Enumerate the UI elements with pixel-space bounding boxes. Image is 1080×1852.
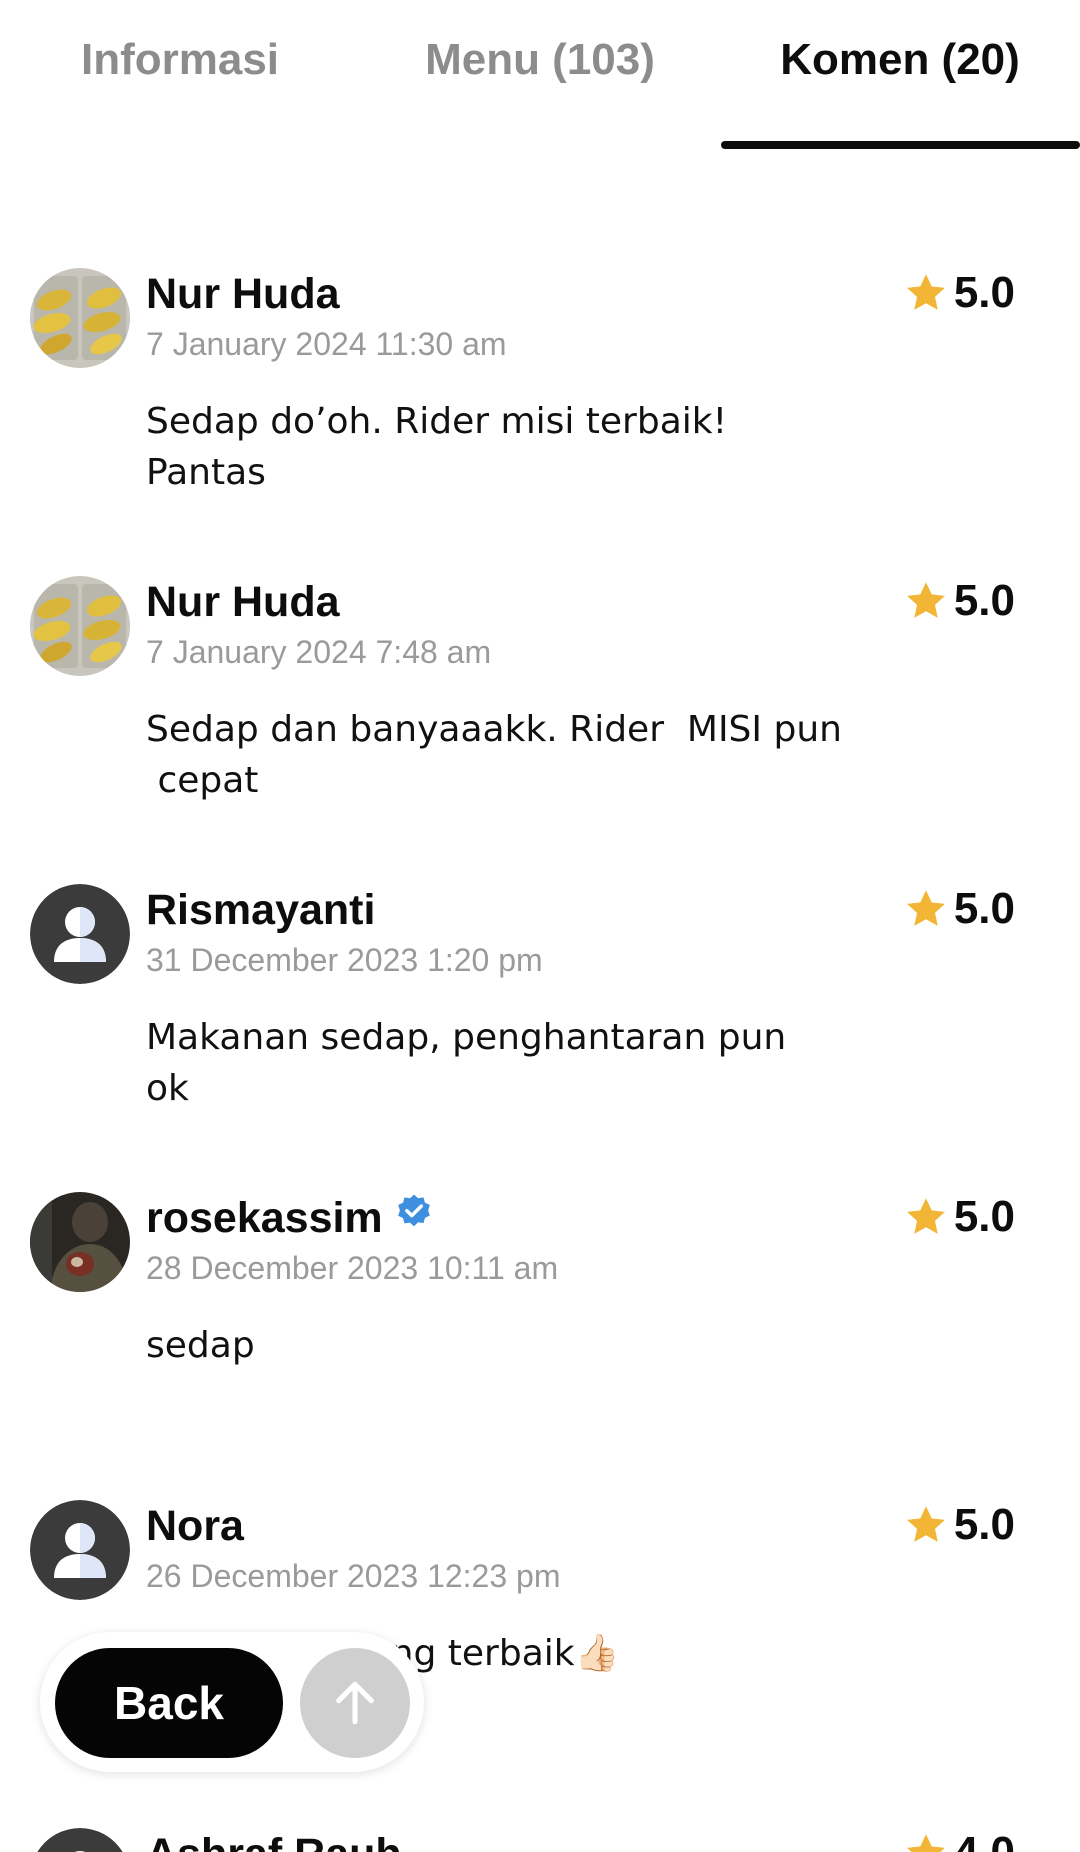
default-user-icon: [30, 884, 130, 984]
review-comment: Sedap dan banyaaakk. Rider MISI pun cepa…: [146, 709, 842, 801]
reviewer-name: Nur Huda: [146, 270, 340, 318]
rating: 5.0: [904, 576, 1015, 626]
arrow-up-icon: [336, 1681, 374, 1725]
review-comment: sedap: [146, 1325, 255, 1366]
floating-action-bar: Back: [40, 1632, 424, 1772]
reviewer-name: rosekassim: [146, 1194, 433, 1243]
review-date: 31 December 2023 1:20 pm: [146, 942, 543, 978]
review-comment: Makanan sedap, penghantaran pun ok: [146, 1017, 787, 1109]
food-photo-icon: [30, 268, 130, 368]
star-icon: [906, 1834, 945, 1852]
person-photo-icon: [30, 1192, 130, 1292]
rating: 5.0: [904, 1500, 1015, 1550]
review-date: 26 December 2023 12:23 pm: [146, 1558, 561, 1594]
scroll-to-top-button[interactable]: [300, 1648, 410, 1758]
avatar[interactable]: [30, 1500, 130, 1600]
rating-score: 5.0: [953, 268, 1015, 317]
reviewer-name: Nora: [146, 1502, 244, 1550]
review-date: 7 January 2024 11:30 am: [146, 326, 507, 362]
reviews-page: Informasi Menu (103) Komen (20) Nur Huda…: [0, 0, 1080, 1852]
back-button[interactable]: Back: [55, 1648, 283, 1758]
tab-menu[interactable]: Menu (103): [400, 30, 680, 90]
star-icon: [906, 582, 945, 618]
default-user-icon: [30, 1500, 130, 1600]
avatar[interactable]: [30, 1192, 130, 1292]
avatar[interactable]: [30, 576, 130, 676]
active-tab-indicator: [721, 141, 1080, 149]
tab-komen[interactable]: Komen (20): [760, 30, 1040, 90]
rating: 5.0: [904, 884, 1015, 934]
food-photo-icon: [30, 576, 130, 676]
rating: 4.0: [904, 1828, 1015, 1852]
star-icon: [906, 1506, 945, 1542]
reviewer-name: Nur Huda: [146, 578, 340, 626]
avatar[interactable]: [30, 268, 130, 368]
default-user-icon: [37, 1828, 123, 1852]
avatar[interactable]: [30, 884, 130, 984]
rating-score: 5.0: [953, 884, 1015, 933]
rating-score: 5.0: [953, 576, 1015, 625]
tab-informasi[interactable]: Informasi: [50, 30, 310, 90]
rating-score: 5.0: [953, 1192, 1015, 1241]
star-icon: [906, 890, 945, 926]
verified-badge-icon: [397, 1194, 430, 1226]
review-date: 7 January 2024 7:48 am: [146, 634, 492, 670]
star-icon: [906, 1198, 945, 1234]
star-icon: [906, 274, 945, 310]
rating-score: 4.0: [954, 1828, 1015, 1852]
tab-bar: Informasi Menu (103) Komen (20): [0, 0, 1080, 150]
review-comment: Sedap do’oh. Rider misi terbaik! Pantas: [146, 401, 728, 493]
rating: 5.0: [904, 268, 1015, 318]
avatar[interactable]: [30, 1828, 130, 1852]
reviewer-name: Rismayanti: [146, 886, 376, 934]
reviewer-name: Ashraf Rauh: [146, 1830, 402, 1852]
rating-score: 5.0: [953, 1500, 1015, 1549]
rating: 5.0: [904, 1192, 1015, 1242]
review-date: 28 December 2023 10:11 am: [146, 1250, 559, 1286]
